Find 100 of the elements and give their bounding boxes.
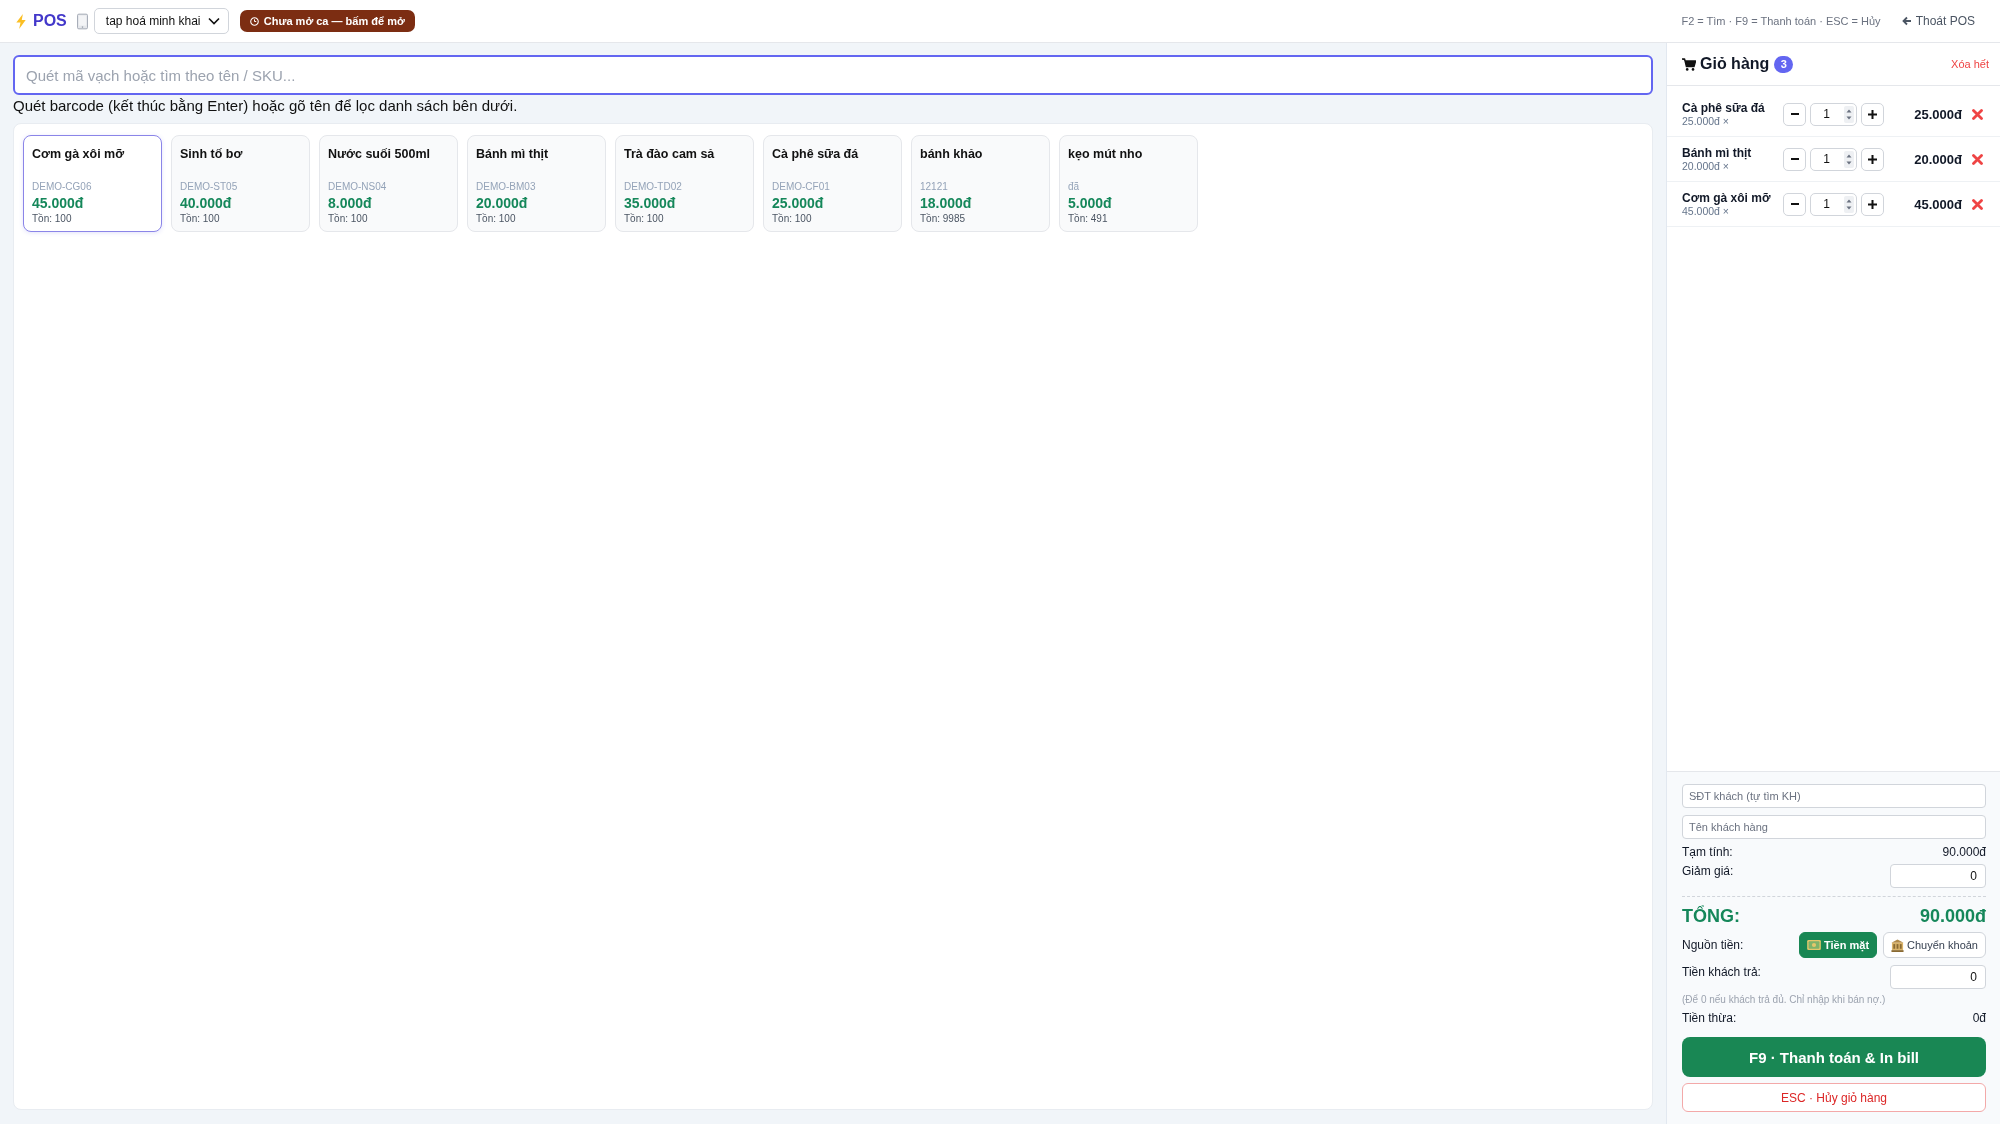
product-name: Trà đào cam sả	[624, 146, 716, 163]
product-sku: DEMO-TD02	[624, 180, 683, 194]
change-label: Tiền thừa:	[1682, 1011, 1737, 1026]
product-price: 25.000đ	[772, 194, 825, 212]
store-select[interactable]: tap hoá minh khai	[93, 8, 229, 34]
product-card[interactable]: kẹo mút nho đã 5.000đ Tồn: 491	[1059, 135, 1198, 232]
product-stock: Tồn: 491	[1068, 212, 1109, 225]
customer-paid-field[interactable]: 0	[1890, 965, 1986, 989]
product-name: Nước suối 500ml	[328, 146, 431, 163]
subtotal-label: Tạm tính:	[1682, 845, 1733, 860]
customer-paid-label: Tiền khách trả:	[1682, 965, 1761, 980]
lightning-icon	[15, 13, 27, 29]
payment-note: (Để 0 nếu khách trả đủ. Chỉ nhập khi bán nợ.)	[1682, 993, 1887, 1007]
cancel-cart-button[interactable]: ESC · Hủy giỏ hàng	[1682, 1083, 1986, 1112]
increase-button[interactable]	[1861, 147, 1884, 171]
product-stock: Tồn: 9985	[920, 212, 967, 225]
product-sku: DEMO-CG06	[32, 180, 93, 194]
remove-item-button[interactable]	[1972, 108, 1983, 120]
spinner-icon	[1844, 195, 1854, 213]
product-sku: DEMO-BM03	[476, 180, 537, 194]
change-value: 0đ	[1972, 1011, 1986, 1026]
product-card[interactable]: Sinh tố bơ DEMO-ST05 40.000đ Tồn: 100	[171, 135, 310, 232]
payment-method-button[interactable]: Chuyển khoản	[1883, 932, 1986, 958]
product-name: Sinh tố bơ	[180, 146, 244, 163]
cart-item-name: Cơm gà xôi mỡ	[1682, 191, 1772, 205]
product-stock: Tồn: 100	[32, 212, 73, 225]
product-card[interactable]: bánh khảo 12121 18.000đ Tồn: 9985	[911, 135, 1050, 232]
app-logo: POS	[33, 12, 67, 30]
product-price: 45.000đ	[32, 194, 85, 212]
product-card[interactable]: Trà đào cam sả DEMO-TD02 35.000đ Tồn: 100	[615, 135, 754, 232]
shortcut-hint: F2 = Tìm · F9 = Thanh toán · ESC = Hủy	[1681, 15, 1881, 27]
product-name: Cà phê sữa đá	[772, 146, 860, 163]
product-price: 20.000đ	[476, 194, 529, 212]
plus-icon	[1868, 109, 1877, 119]
product-sku: DEMO-NS04	[328, 180, 388, 194]
plus-icon	[1868, 154, 1877, 164]
cart-item-total: 25.000đ	[1913, 106, 1962, 122]
bank-building-icon	[1891, 938, 1905, 952]
product-price: 40.000đ	[180, 194, 233, 212]
decrease-button[interactable]	[1783, 102, 1806, 126]
product-sku: DEMO-CF01	[772, 180, 831, 194]
cross-icon	[1972, 153, 1983, 165]
clock-icon	[249, 16, 259, 26]
plus-icon	[1868, 199, 1877, 209]
product-sku: 12121	[920, 180, 949, 194]
minus-icon	[1790, 158, 1799, 160]
decrease-button[interactable]	[1783, 192, 1806, 216]
subtotal-value: 90.000đ	[1942, 845, 1986, 860]
checkout-button[interactable]: F9 · Thanh toán & In bill	[1682, 1037, 1986, 1077]
cart-item-total: 20.000đ	[1913, 151, 1962, 167]
product-card[interactable]: Nước suối 500ml DEMO-NS04 8.000đ Tồn: 100	[319, 135, 458, 232]
cart-item-name: Cà phê sữa đá	[1682, 101, 1766, 115]
spinner-icon	[1844, 105, 1854, 123]
product-name: Cơm gà xôi mỡ	[32, 146, 126, 163]
product-name: kẹo mút nho	[1068, 146, 1144, 163]
remove-item-button[interactable]	[1972, 153, 1983, 165]
product-price: 8.000đ	[328, 194, 373, 212]
cart-title: Giỏ hàng	[1700, 55, 1770, 73]
open-shift-button[interactable]: Chưa mở ca — bấm để mở	[239, 10, 415, 32]
cart-item-name: Bánh mì thịt	[1682, 146, 1753, 160]
remove-item-button[interactable]	[1972, 198, 1983, 210]
cart-item-unit-price: 45.000đ ×	[1682, 205, 1730, 217]
search-field[interactable]: Quét mã vạch hoặc tìm theo tên / SKU...	[13, 55, 1653, 95]
banknote-icon	[1807, 940, 1821, 950]
cart-item-total: 45.000đ	[1913, 196, 1962, 212]
minus-icon	[1790, 203, 1799, 205]
cart-count-badge: 3	[1774, 55, 1794, 73]
arrow-left-icon	[1901, 16, 1912, 26]
exit-pos-link[interactable]: Thoát POS	[1901, 14, 1975, 28]
product-stock: Tồn: 100	[328, 212, 369, 225]
payment-method-button[interactable]: Tiền mặt	[1799, 932, 1878, 958]
minus-icon	[1790, 113, 1799, 115]
product-card[interactable]: Cơm gà xôi mỡ DEMO-CG06 45.000đ Tồn: 100	[23, 135, 162, 232]
payment-source-label: Nguồn tiền:	[1682, 938, 1744, 952]
product-name: bánh khảo	[920, 146, 984, 163]
chevron-down-icon	[207, 17, 220, 25]
cart-icon	[1682, 57, 1696, 71]
customer-phone-field[interactable]: SĐT khách (tự tìm KH)	[1682, 784, 1986, 808]
product-card[interactable]: Bánh mì thịt DEMO-BM03 20.000đ Tồn: 100	[467, 135, 606, 232]
product-card[interactable]: Cà phê sữa đá DEMO-CF01 25.000đ Tồn: 100	[763, 135, 902, 232]
total-value: 90.000đ	[1919, 905, 1986, 927]
spinner-icon	[1844, 150, 1854, 168]
clear-cart-link[interactable]: Xóa hết	[1951, 58, 1989, 70]
increase-button[interactable]	[1861, 192, 1884, 216]
discount-label: Giảm giá:	[1682, 864, 1734, 879]
decrease-button[interactable]	[1783, 147, 1806, 171]
customer-name-field[interactable]: Tên khách hàng	[1682, 815, 1986, 839]
product-stock: Tồn: 100	[624, 212, 665, 225]
product-stock: Tồn: 100	[180, 212, 221, 225]
product-sku: đã	[1068, 180, 1081, 194]
total-label: TỔNG:	[1682, 905, 1740, 927]
search-hint: Quét barcode (kết thúc bằng Enter) hoặc gõ tên để lọc danh sách bên dưới.	[13, 96, 519, 116]
product-name: Bánh mì thịt	[476, 146, 550, 163]
cart-item-unit-price: 20.000đ ×	[1682, 160, 1730, 172]
product-stock: Tồn: 100	[476, 212, 517, 225]
cart-item-unit-price: 25.000đ ×	[1682, 115, 1730, 127]
product-price: 35.000đ	[624, 194, 677, 212]
product-sku: DEMO-ST05	[180, 180, 239, 194]
discount-field[interactable]: 0	[1890, 864, 1986, 888]
increase-button[interactable]	[1861, 102, 1884, 126]
